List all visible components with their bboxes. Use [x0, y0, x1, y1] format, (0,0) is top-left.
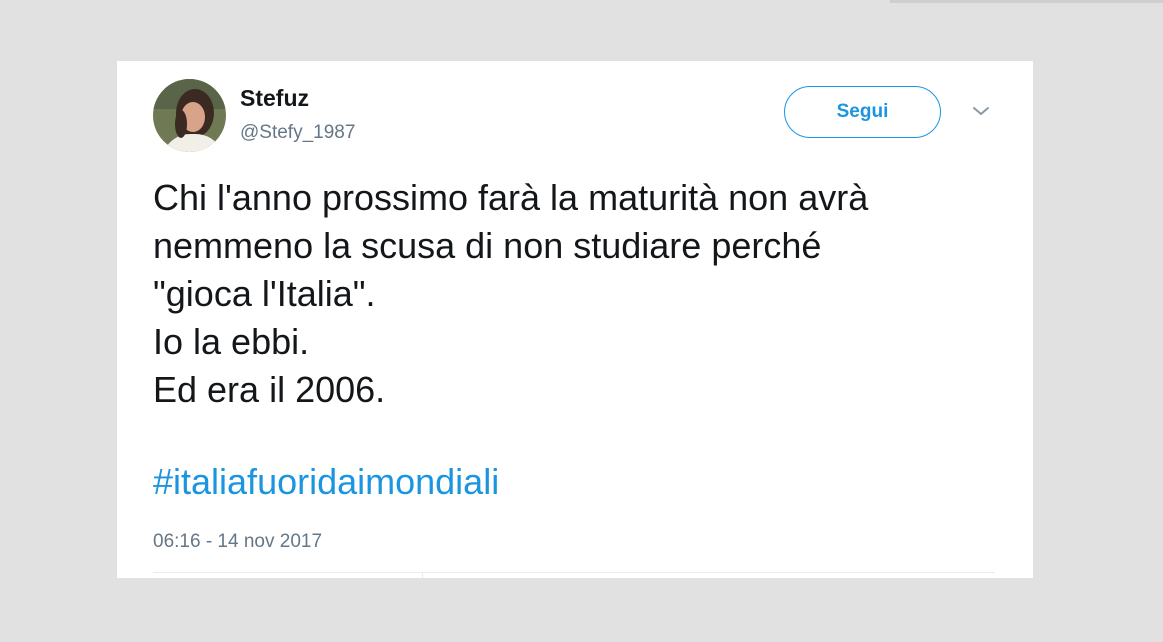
top-edge-strip: [890, 0, 1163, 3]
timestamp[interactable]: 06:16 - 14 nov 2017: [153, 531, 322, 553]
tweet-text: Chi l'anno prossimo farà la maturità non…: [153, 174, 1013, 414]
tweet-text-line: "gioca l'Italia".: [153, 273, 376, 314]
tweet-text-line: Chi l'anno prossimo farà la maturità non…: [153, 177, 869, 218]
tweet-text-line: Io la ebbi.: [153, 321, 310, 362]
display-name[interactable]: Stefuz: [240, 85, 309, 112]
tweet-text-line: Ed era il 2006.: [153, 369, 386, 410]
user-handle[interactable]: @Stefy_1987: [240, 122, 355, 144]
avatar[interactable]: [153, 79, 226, 152]
divider: [153, 572, 995, 573]
follow-button[interactable]: Segui: [784, 86, 941, 138]
hashtag-link[interactable]: #italiafuoridaimondiali: [153, 461, 499, 503]
avatar-photo: [153, 79, 226, 152]
tweet-text-line: nemmeno la scusa di non studiare perché: [153, 225, 822, 266]
divider-tick: [422, 572, 423, 578]
tweet-card: Stefuz @Stefy_1987 Segui Chi l'anno pros…: [117, 61, 1033, 578]
chevron-down-icon[interactable]: [970, 103, 992, 119]
